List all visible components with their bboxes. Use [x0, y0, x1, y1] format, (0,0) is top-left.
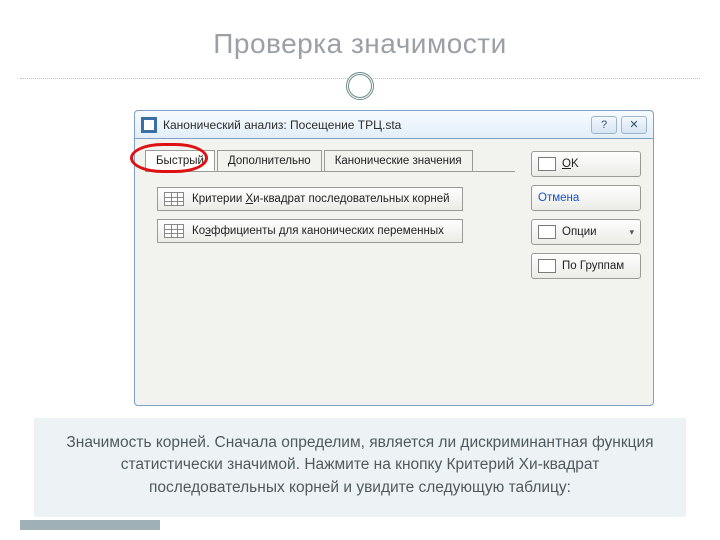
coef-label-suffix: ффициенты для канонических переменных	[211, 225, 444, 237]
cancel-button[interactable]: Отмена	[531, 185, 641, 211]
chi-label-suffix: и-квадрат последовательных корней	[253, 193, 449, 205]
by-groups-label: По Группам	[562, 260, 624, 272]
by-groups-button[interactable]: По Группам	[531, 253, 641, 279]
window-title: Канонический анализ: Посещение ТРЦ.sta	[163, 118, 401, 132]
cancel-label: Отмена	[538, 192, 579, 204]
app-icon	[141, 117, 157, 133]
chi-square-button[interactable]: Критерии Хи-квадрат последовательных кор…	[157, 187, 463, 211]
close-button[interactable]: ✕	[621, 116, 647, 134]
grid-icon	[164, 192, 184, 206]
tab-canonical-values[interactable]: Канонические значения	[324, 150, 473, 171]
help-button[interactable]: ?	[591, 116, 617, 134]
footer-accent-bar	[20, 520, 160, 530]
dialog-window: Канонический анализ: Посещение ТРЦ.sta ?…	[134, 110, 654, 406]
tab-quick[interactable]: Быстрый	[145, 150, 215, 171]
summary-icon	[538, 157, 556, 171]
tab-advanced[interactable]: Дополнительно	[217, 150, 322, 171]
slide-title: Проверка значимости	[0, 0, 720, 60]
caption-box: Значимость корней. Сначала определим, яв…	[34, 418, 686, 517]
groups-icon	[538, 259, 556, 273]
grid-icon	[164, 224, 184, 238]
titlebar: Канонический анализ: Посещение ТРЦ.sta ?…	[134, 110, 654, 138]
tab-strip: Быстрый Дополнительно Канонические значе…	[145, 149, 475, 170]
ok-suffix: K	[571, 158, 579, 170]
coefficients-button[interactable]: Коэффициенты для канонических переменных	[157, 219, 463, 243]
options-button[interactable]: Опции ▾	[531, 219, 641, 245]
right-button-column: OK Отмена Опции ▾ По Группам	[531, 151, 641, 279]
chevron-down-icon: ▾	[629, 227, 634, 238]
dialog-body: Быстрый Дополнительно Канонические значе…	[134, 138, 654, 406]
options-label: Опции	[562, 226, 597, 238]
caption-text: Значимость корней. Сначала определим, яв…	[66, 434, 653, 496]
ok-hotkey: O	[562, 158, 571, 170]
options-icon	[538, 225, 556, 239]
tab-underline	[145, 171, 515, 172]
chi-label-prefix: Критерии	[192, 193, 246, 205]
ok-button[interactable]: OK	[531, 151, 641, 177]
coef-label-prefix: Ко	[192, 225, 205, 237]
decorative-ring	[346, 72, 374, 100]
